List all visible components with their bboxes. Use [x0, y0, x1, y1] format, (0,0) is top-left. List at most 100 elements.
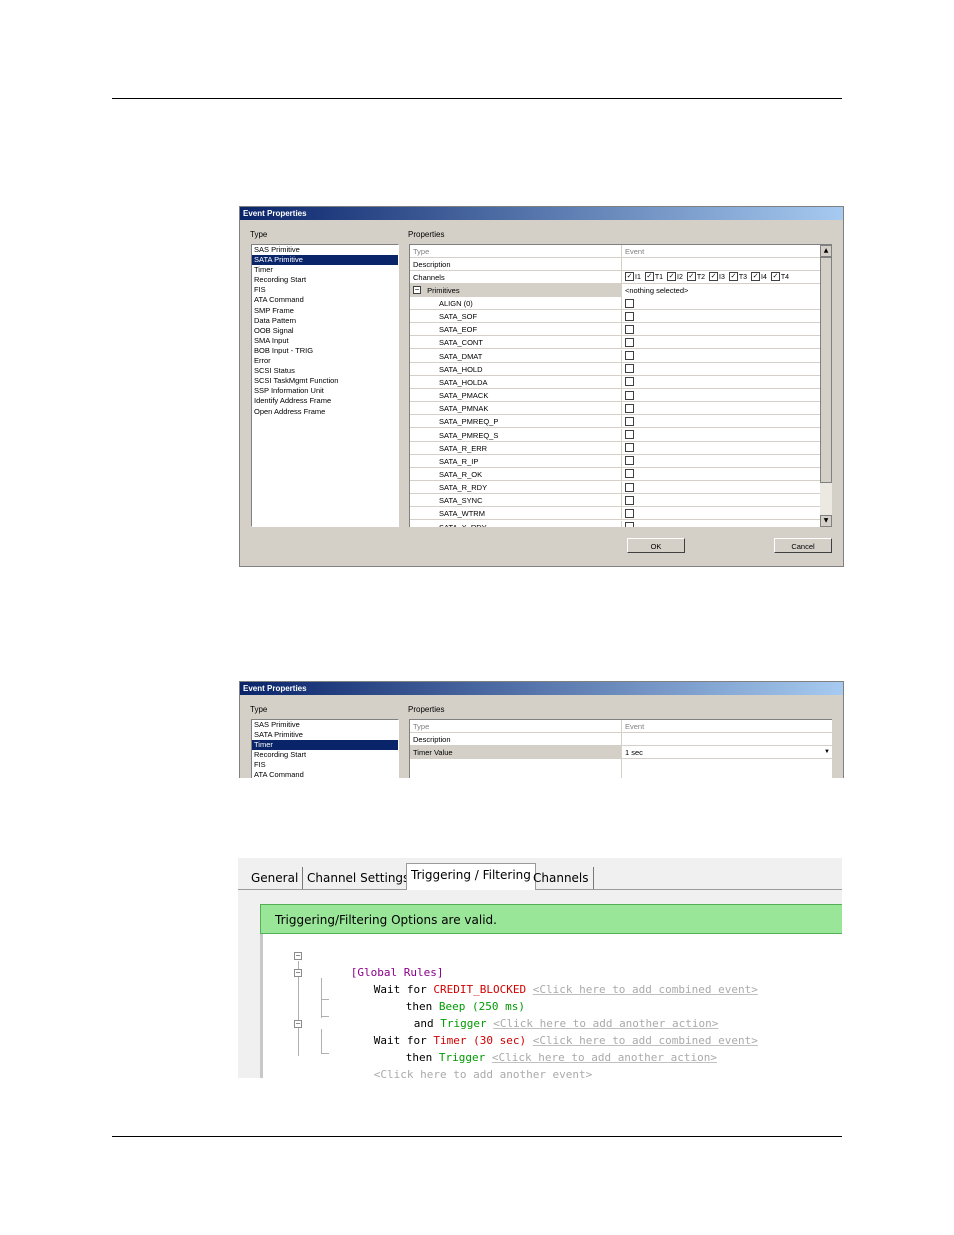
primitive-checkbox[interactable] [625, 430, 634, 440]
rules-editor[interactable]: − − − [Global Rules] Wait for CREDIT_BLO… [260, 934, 842, 1078]
type-item[interactable]: SATA Primitive [252, 730, 398, 740]
primitive-row[interactable]: SATA_R_IP [410, 454, 820, 468]
scroll-thumb[interactable] [820, 257, 832, 483]
primitive-row[interactable]: SATA_WTRM [410, 507, 820, 521]
primitive-row[interactable]: SATA_PMREQ_P [410, 415, 820, 429]
row-timer-value[interactable]: Timer Value 1 sec ▼ [410, 746, 832, 759]
row-channels[interactable]: Channels ✓ I1 ✓ T1 ✓ I2 ✓ T2 ✓ I3 ✓ T3 ✓ I4 ✓ T4 [410, 271, 820, 284]
primitive-row[interactable]: SATA_EOF [410, 323, 820, 337]
primitive-row[interactable]: SATA_CONT [410, 336, 820, 350]
tab-channels[interactable]: Channels [529, 867, 594, 889]
type-item[interactable]: SATA Primitive [252, 255, 398, 266]
primitive-checkbox[interactable] [625, 390, 634, 400]
type-item[interactable]: BOB Input - TRIG [252, 346, 398, 356]
primitive-checkbox[interactable] [625, 337, 634, 347]
collapse-event1-icon[interactable]: − [294, 969, 302, 977]
add-combined-event-link[interactable]: <Click here to add combined event> [533, 983, 758, 996]
channel-checkbox[interactable]: ✓ [667, 271, 677, 281]
type-item[interactable]: ATA Command [252, 770, 398, 778]
properties-grid[interactable]: Type Event Description Timer Value 1 sec… [409, 719, 832, 778]
type-item[interactable]: Error [252, 356, 398, 366]
ok-button[interactable]: OK [627, 538, 685, 553]
type-item[interactable]: SMA Input [252, 336, 398, 346]
scroll-up-icon[interactable]: ▲ [820, 245, 832, 257]
primitive-row[interactable]: SATA_SOF [410, 310, 820, 324]
primitive-row[interactable]: SATA_R_ERR [410, 441, 820, 455]
dropdown-arrow-icon[interactable]: ▼ [822, 747, 832, 757]
type-item[interactable]: Identify Address Frame [252, 396, 398, 406]
type-item[interactable]: Recording Start [252, 750, 398, 760]
collapse-icon[interactable]: − [413, 286, 421, 295]
primitive-row[interactable]: ALIGN (0) [410, 297, 820, 310]
primitive-checkbox[interactable] [625, 443, 634, 453]
type-item[interactable]: SAS Primitive [252, 245, 398, 255]
type-item[interactable]: Recording Start [252, 275, 398, 285]
type-item[interactable]: ATA Command [252, 295, 398, 305]
type-item[interactable]: OOB Signal [252, 326, 398, 336]
channel-checkbox[interactable]: ✓ [709, 271, 719, 281]
channel-checkbox[interactable]: ✓ [644, 271, 654, 281]
primitive-row[interactable]: SATA_SYNC [410, 494, 820, 508]
add-event-link[interactable]: <Click here to add another event> [374, 1068, 593, 1078]
primitive-checkbox[interactable] [625, 482, 634, 492]
primitive-row[interactable]: SATA_PMNAK [410, 402, 820, 416]
primitive-row[interactable]: SATA_R_RDY [410, 481, 820, 495]
primitive-row[interactable]: SATA_X_RDY [410, 520, 820, 527]
type-item[interactable]: SSP Information Unit [252, 386, 398, 396]
primitive-checkbox[interactable] [625, 416, 634, 426]
type-item[interactable]: FIS [252, 760, 398, 770]
type-item[interactable]: SCSI Status [252, 366, 398, 376]
collapse-global-icon[interactable]: − [294, 952, 302, 960]
primitive-row[interactable]: SATA_R_OK [410, 467, 820, 481]
scroll-down-icon[interactable]: ▼ [820, 515, 832, 527]
primitive-checkbox[interactable] [625, 364, 634, 374]
primitive-checkbox[interactable] [625, 495, 634, 505]
type-item[interactable]: Timer [252, 740, 398, 751]
type-label: Type [250, 230, 268, 239]
type-item[interactable]: Open Address Frame [252, 407, 398, 417]
primitive-checkbox[interactable] [625, 403, 634, 413]
event1-line: Wait for CREDIT_BLOCKED <Click here to a… [334, 964, 758, 996]
primitive-checkbox[interactable] [625, 351, 634, 361]
cancel-button[interactable]: Cancel [774, 538, 832, 553]
tab-triggering-filtering[interactable]: Triggering / Filtering [406, 863, 536, 890]
primitive-checkbox[interactable] [625, 456, 634, 466]
tab-channel-settings[interactable]: Channel Settings [303, 867, 415, 889]
trigger-filter-panel: General Channel Settings Triggering / Fi… [238, 858, 842, 1078]
type-item[interactable]: SCSI TaskMgmt Function [252, 376, 398, 386]
tab-general[interactable]: General [247, 867, 304, 889]
row-primitives[interactable]: − Primitives <nothing selected> [410, 284, 823, 297]
primitive-row[interactable]: SATA_PMACK [410, 389, 820, 403]
type-item[interactable]: Timer [252, 265, 398, 275]
channel-checkbox[interactable]: ✓ [625, 271, 634, 281]
primitive-row[interactable]: SATA_HOLD [410, 362, 820, 376]
primitive-checkbox[interactable] [625, 298, 634, 308]
channel-checkbox[interactable]: ✓ [770, 271, 780, 281]
type-item[interactable]: SMP Frame [252, 306, 398, 316]
collapse-event2-icon[interactable]: − [294, 1020, 302, 1028]
primitive-row[interactable]: SATA_PMREQ_S [410, 428, 820, 442]
row-description-value[interactable] [622, 733, 625, 746]
primitive-checkbox[interactable] [625, 324, 634, 334]
row-description[interactable]: Description [410, 733, 832, 746]
primitive-checkbox[interactable] [625, 522, 634, 527]
type-item[interactable]: SAS Primitive [252, 720, 398, 730]
primitive-checkbox[interactable] [625, 377, 634, 387]
primitive-row[interactable]: SATA_HOLDA [410, 375, 820, 389]
type-list[interactable]: SAS Primitive SATA Primitive Timer Recordin… [251, 244, 399, 527]
primitive-checkbox[interactable] [625, 311, 634, 321]
type-item[interactable]: FIS [252, 285, 398, 295]
properties-scrollbar[interactable]: ▲ ▼ [820, 245, 832, 527]
timer-value-dropdown[interactable]: 1 sec ▼ [622, 746, 832, 758]
row-description-value[interactable] [622, 258, 625, 271]
channel-checkbox[interactable]: ✓ [686, 271, 696, 281]
type-item[interactable]: Data Pattern [252, 316, 398, 326]
primitive-row[interactable]: SATA_DMAT [410, 349, 820, 363]
primitive-checkbox[interactable] [625, 508, 634, 518]
type-list[interactable]: SAS Primitive SATA Primitive Timer Recordin… [251, 719, 399, 778]
channel-checkbox[interactable]: ✓ [751, 271, 761, 281]
channel-checkbox[interactable]: ✓ [728, 271, 738, 281]
row-description[interactable]: Description [410, 258, 820, 271]
primitive-checkbox[interactable] [625, 469, 634, 479]
properties-grid[interactable]: Type Event Description Channels ✓ I1 ✓ T1 ✓ I… [409, 244, 832, 527]
